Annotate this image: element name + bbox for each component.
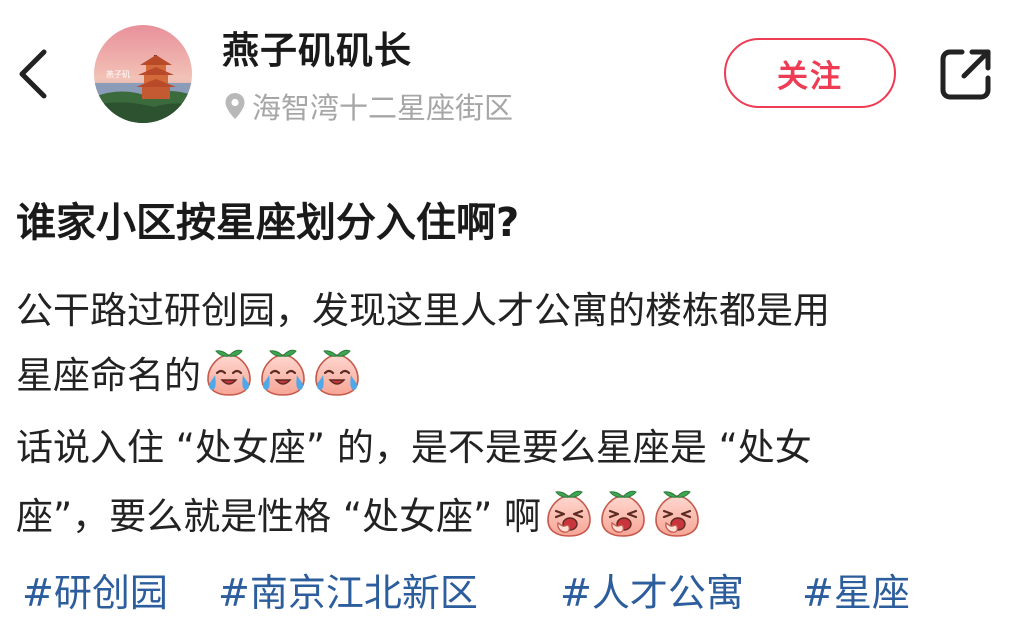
avatar-image: 燕子矶: [94, 25, 192, 123]
share-external-icon: [940, 49, 991, 100]
post-body-text: 公干路过研创园，发现这里人才公寓的楼栋都是用: [16, 289, 830, 332]
hashtag-link[interactable]: #研创园: [22, 562, 168, 617]
post-body-text: 星座命名的: [16, 354, 201, 397]
chevron-left-icon: [19, 49, 47, 99]
follow-button[interactable]: 关注: [724, 38, 896, 108]
laughing-peach-emoji: [597, 487, 649, 539]
location[interactable]: 海智湾十二星座街区: [224, 88, 514, 125]
avatar[interactable]: 燕子矶: [94, 25, 192, 123]
post-body-text: 座”，要么就是性格 “处女座” 啊: [16, 495, 542, 538]
hashtag-link[interactable]: #南京江北新区: [218, 562, 478, 617]
hashtag-link[interactable]: #人才公寓: [560, 562, 744, 617]
post-body-line: 星座命名的: [16, 345, 363, 399]
back-button[interactable]: [14, 44, 54, 104]
avatar-text: 燕子矶: [106, 69, 130, 79]
hashtag-link[interactable]: #星座: [802, 562, 910, 617]
crying-peach-emoji: [203, 346, 255, 398]
user-name[interactable]: 燕子矶矶长: [222, 20, 412, 74]
share-button[interactable]: [936, 44, 996, 104]
laughing-peach-emoji: [651, 487, 703, 539]
post-body-line: 公干路过研创园，发现这里人才公寓的楼栋都是用: [16, 280, 830, 334]
crying-peach-emoji: [257, 346, 309, 398]
post-body-line: 座”，要么就是性格 “处女座” 啊: [16, 486, 703, 540]
post-body-line: 话说入住 “处女座” 的，是不是要么星座是 “处女: [16, 417, 812, 471]
crying-peach-emoji: [311, 346, 363, 398]
post-body-text: 话说入住 “处女座” 的，是不是要么星座是 “处女: [16, 426, 812, 469]
location-text: 海智湾十二星座街区: [252, 91, 514, 125]
laughing-peach-emoji: [543, 487, 595, 539]
post-title: 谁家小区按星座划分入住啊?: [16, 200, 520, 246]
location-pin-icon: [225, 93, 245, 119]
post-header: 燕子矶 燕子矶矶长 海智湾十二星座街区 关注: [0, 0, 1023, 150]
